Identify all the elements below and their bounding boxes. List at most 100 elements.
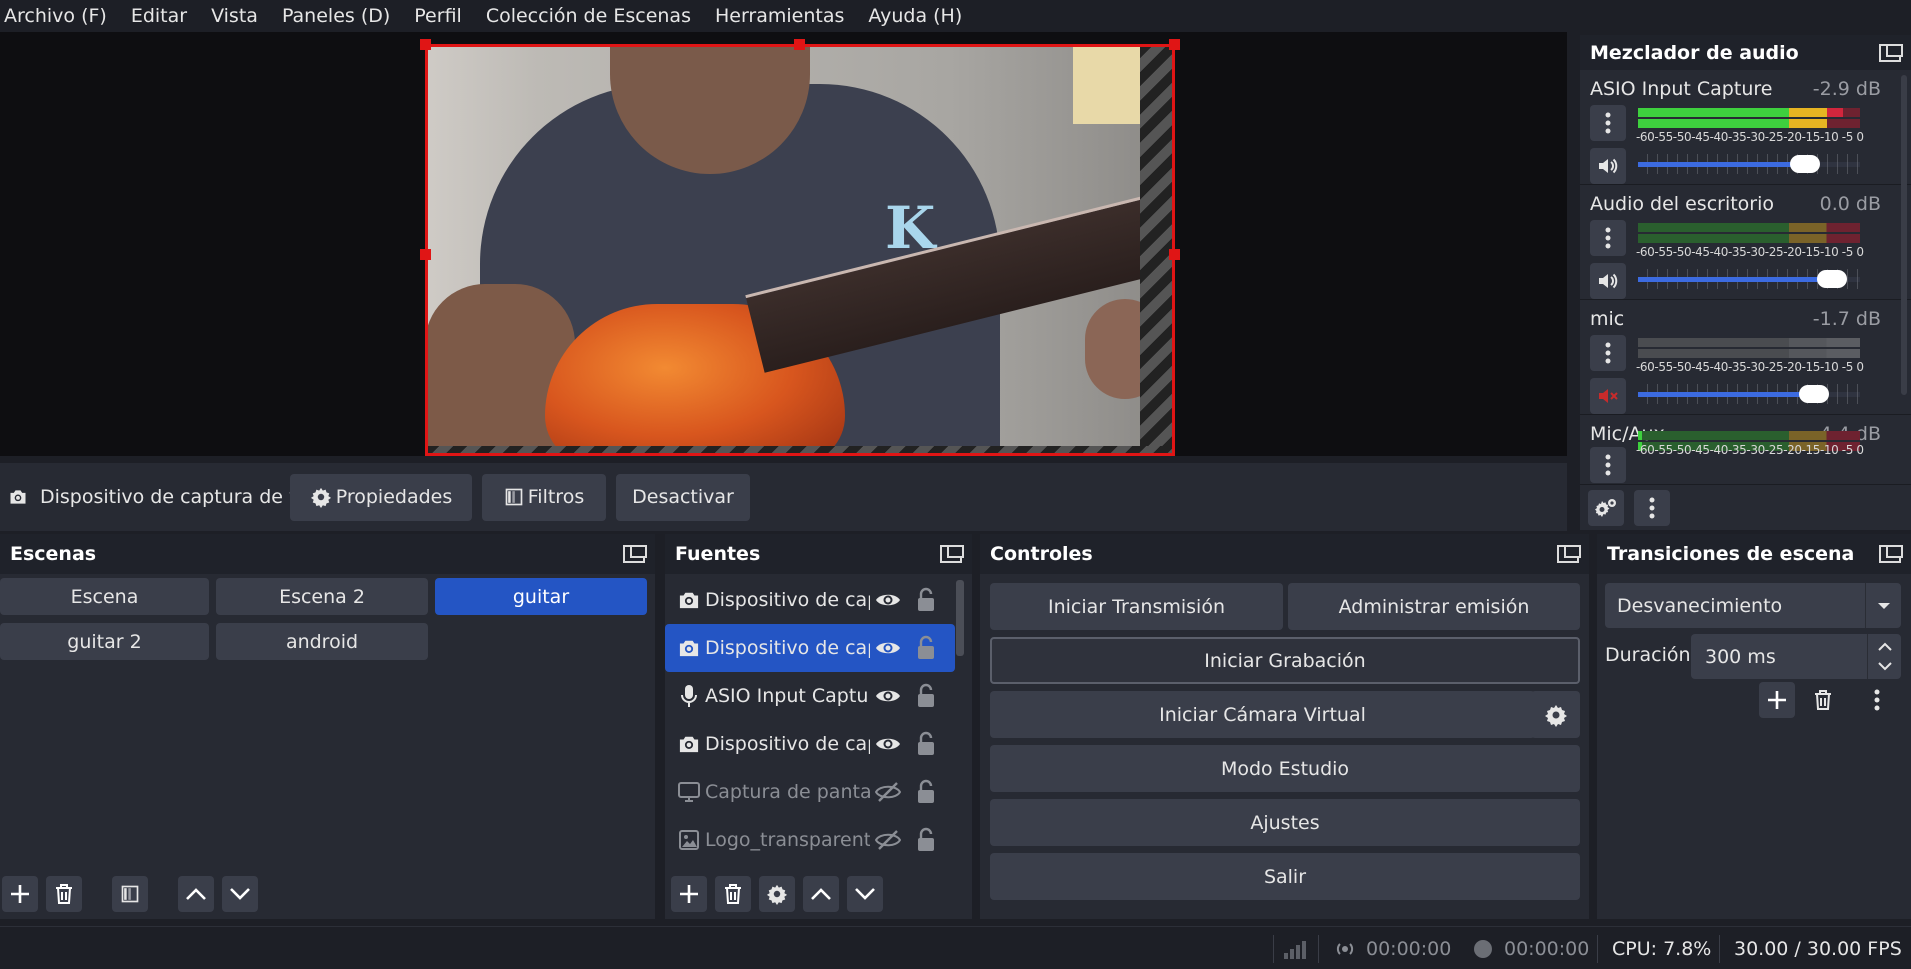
add-transition-button[interactable] <box>1759 682 1795 718</box>
scene-filters-button[interactable] <box>112 876 148 912</box>
volume-slider[interactable] <box>1638 269 1860 289</box>
start-virtual-camera-button[interactable]: Iniciar Cámara Virtual <box>990 691 1535 738</box>
mixer-scrollbar[interactable] <box>1901 75 1907 395</box>
scene-item[interactable]: guitar 2 <box>0 623 209 660</box>
channel-name: Audio del escritorio <box>1590 193 1775 215</box>
visibility-hidden-icon[interactable] <box>875 780 901 804</box>
source-item[interactable]: Logo_transparent <box>665 816 961 864</box>
volume-slider[interactable] <box>1638 154 1860 174</box>
menu-edit[interactable]: Editar <box>119 0 199 32</box>
lock-icon[interactable] <box>915 779 937 805</box>
menu-tools[interactable]: Herramientas <box>703 0 856 32</box>
lock-icon[interactable] <box>915 587 937 613</box>
manage-broadcast-button[interactable]: Administrar emisión <box>1288 583 1580 630</box>
remove-transition-button[interactable] <box>1805 682 1841 718</box>
add-source-button[interactable] <box>671 876 707 912</box>
source-item[interactable]: Captura de pantal <box>665 768 961 816</box>
resize-handle[interactable] <box>420 249 431 260</box>
gears-icon <box>1595 498 1616 517</box>
chevron-down-icon <box>230 888 250 900</box>
mixer-menu-button[interactable] <box>1634 489 1670 526</box>
move-scene-down-button[interactable] <box>222 876 258 912</box>
visibility-eye-icon[interactable] <box>875 684 901 708</box>
source-item[interactable]: Dispositivo de cap <box>665 624 955 672</box>
add-scene-button[interactable] <box>2 876 38 912</box>
scene-item[interactable]: android <box>216 623 428 660</box>
channel-menu-button[interactable] <box>1590 447 1626 483</box>
sources-scrollbar[interactable] <box>956 580 964 656</box>
chevron-down-icon[interactable] <box>1865 583 1901 628</box>
source-label: Dispositivo de cap <box>705 589 870 611</box>
undock-icon[interactable] <box>1879 545 1903 563</box>
camera-icon <box>677 588 701 612</box>
settings-button[interactable]: Ajustes <box>990 799 1580 846</box>
visibility-eye-icon[interactable] <box>875 636 901 660</box>
source-properties-button[interactable] <box>759 876 795 912</box>
meter-left <box>1638 431 1860 440</box>
channel-menu-button[interactable] <box>1590 335 1626 371</box>
menu-scene-collection[interactable]: Colección de Escenas <box>474 0 703 32</box>
transition-select[interactable]: Desvanecimiento <box>1605 583 1901 628</box>
source-item[interactable]: Dispositivo de cap <box>665 576 961 624</box>
resize-handle[interactable] <box>794 39 805 50</box>
resize-handle[interactable] <box>1169 39 1180 50</box>
start-streaming-button[interactable]: Iniciar Transmisión <box>990 583 1283 630</box>
source-item[interactable]: Dispositivo de cap <box>665 720 961 768</box>
spin-arrows[interactable] <box>1867 634 1901 679</box>
channel-menu-button[interactable] <box>1590 220 1626 256</box>
meter-right <box>1638 349 1860 358</box>
visibility-hidden-icon[interactable] <box>875 828 901 852</box>
resize-handle[interactable] <box>420 39 431 50</box>
channel-menu-button[interactable] <box>1590 105 1626 141</box>
start-recording-button[interactable]: Iniciar Grabación <box>990 637 1580 684</box>
channel-db: 0.0 dB <box>1819 193 1881 215</box>
menu-view[interactable]: Vista <box>199 0 270 32</box>
visibility-eye-icon[interactable] <box>875 588 901 612</box>
visibility-eye-icon[interactable] <box>875 732 901 756</box>
remove-scene-button[interactable] <box>46 876 82 912</box>
camera-feed: K ♠ <box>425 44 1173 456</box>
lock-icon[interactable] <box>915 827 937 853</box>
slider-knob[interactable] <box>1799 385 1829 403</box>
deactivate-button[interactable]: Desactivar <box>616 473 750 521</box>
scene-item[interactable]: guitar <box>435 578 647 615</box>
properties-button[interactable]: Propiedades <box>290 473 472 521</box>
studio-mode-button[interactable]: Modo Estudio <box>990 745 1580 792</box>
mute-toggle[interactable] <box>1590 148 1626 184</box>
scene-item[interactable]: Escena 2 <box>216 578 428 615</box>
undock-icon[interactable] <box>940 545 964 563</box>
move-scene-up-button[interactable] <box>178 876 214 912</box>
exit-button[interactable]: Salir <box>990 853 1580 900</box>
lock-icon[interactable] <box>915 731 937 757</box>
mute-toggle[interactable] <box>1590 378 1626 414</box>
scene-item[interactable]: Escena <box>0 578 209 615</box>
duration-spinbox[interactable]: 300 ms <box>1691 634 1901 679</box>
lock-icon[interactable] <box>915 635 937 661</box>
remove-source-button[interactable] <box>715 876 751 912</box>
mixer-channels: ASIO Input Capture -2.9 dB -60-55-50-45-… <box>1580 70 1911 485</box>
menu-bar: Archivo (F) Editar Vista Paneles (D) Per… <box>0 0 1911 32</box>
menu-file[interactable]: Archivo (F) <box>0 0 119 32</box>
slider-knob[interactable] <box>1817 270 1847 288</box>
source-item[interactable]: ASIO Input Captur <box>665 672 961 720</box>
gear-icon <box>1544 704 1567 727</box>
filters-button[interactable]: Filtros <box>482 473 606 521</box>
menu-docks[interactable]: Paneles (D) <box>270 0 402 32</box>
undock-icon[interactable] <box>623 545 647 563</box>
move-source-down-button[interactable] <box>847 876 883 912</box>
mixer-channel: ASIO Input Capture -2.9 dB -60-55-50-45-… <box>1580 70 1911 185</box>
mute-toggle[interactable] <box>1590 263 1626 299</box>
menu-help[interactable]: Ayuda (H) <box>856 0 974 32</box>
preview-canvas[interactable]: K ♠ <box>0 32 1567 456</box>
transition-menu-button[interactable] <box>1859 682 1895 718</box>
slider-knob[interactable] <box>1790 155 1820 173</box>
virtual-camera-config-button[interactable] <box>1531 691 1580 738</box>
undock-icon[interactable] <box>1879 43 1903 62</box>
undock-icon[interactable] <box>1557 545 1581 563</box>
resize-handle[interactable] <box>1169 249 1180 260</box>
lock-icon[interactable] <box>915 683 937 709</box>
move-source-up-button[interactable] <box>803 876 839 912</box>
advanced-audio-button[interactable] <box>1588 489 1624 526</box>
volume-slider[interactable] <box>1638 384 1860 404</box>
menu-profile[interactable]: Perfil <box>402 0 474 32</box>
